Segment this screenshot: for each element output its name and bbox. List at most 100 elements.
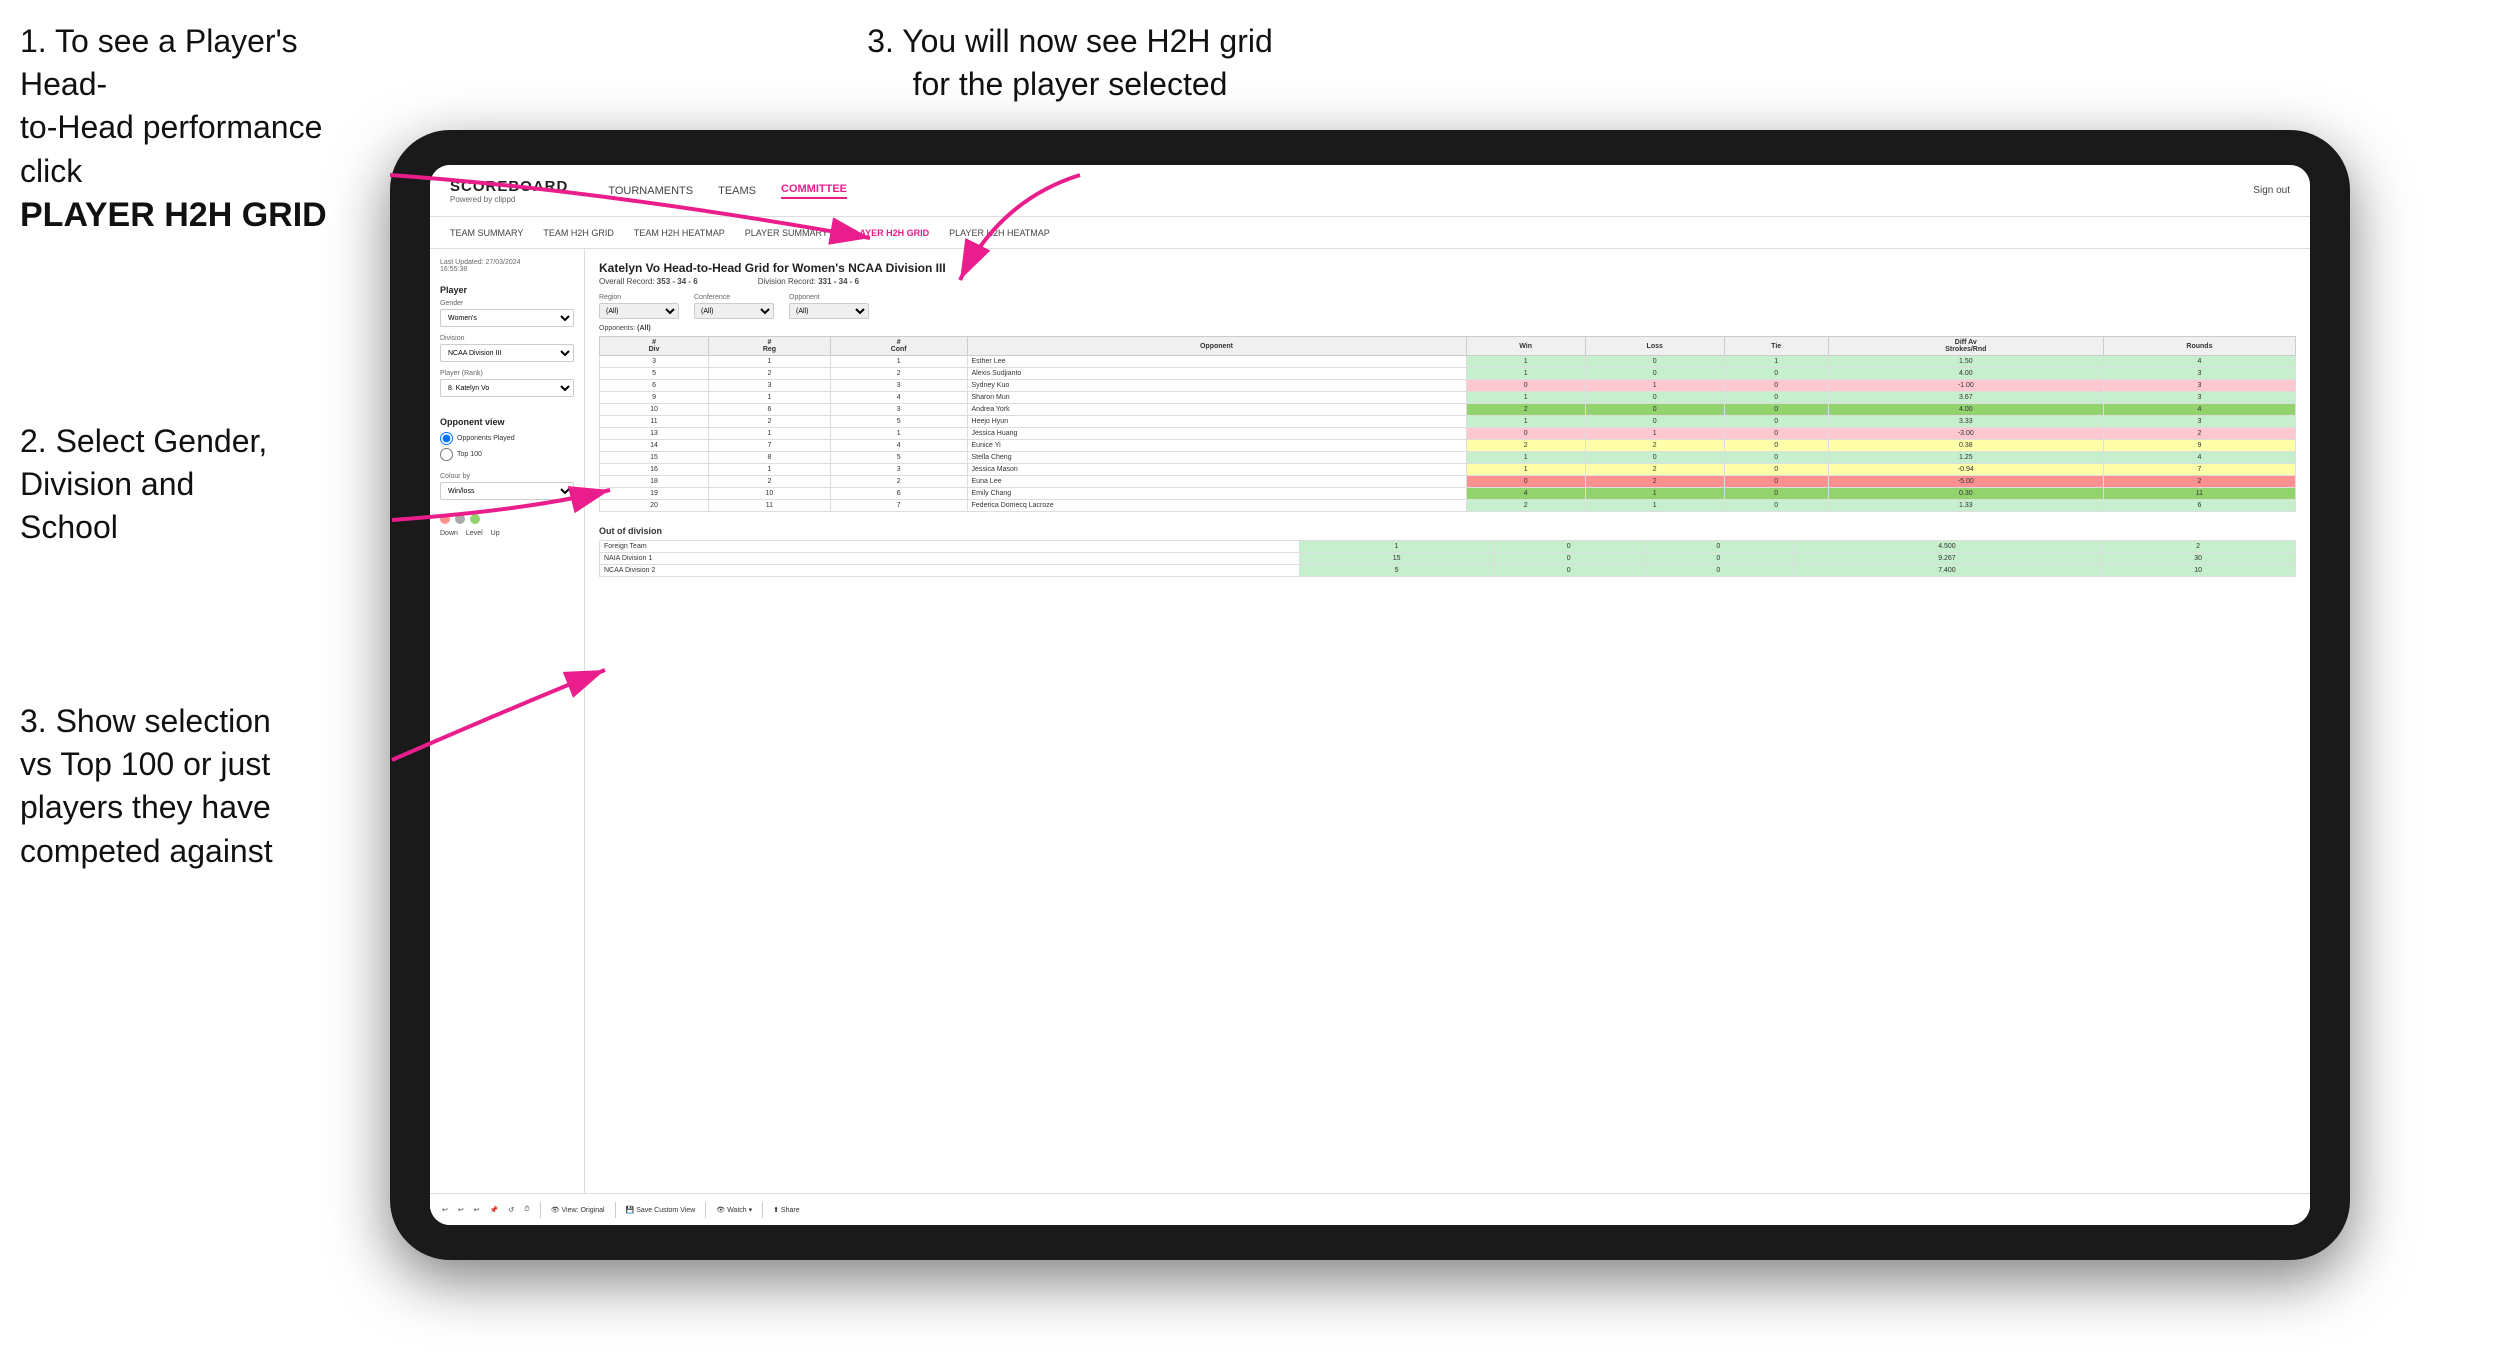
subnav-team-h2h-grid[interactable]: TEAM H2H GRID bbox=[543, 228, 614, 238]
filter-opponent-group: Opponent (All) bbox=[789, 294, 869, 319]
subnav-team-h2h-heatmap[interactable]: TEAM H2H HEATMAP bbox=[634, 228, 725, 238]
nav-links: TOURNAMENTS TEAMS COMMITTEE bbox=[608, 183, 2223, 199]
table-row: 1063Andrea York2004.004 bbox=[600, 404, 2296, 416]
filter-row: Region (All) Conference (All) Opponent bbox=[599, 294, 2296, 319]
subnav: TEAM SUMMARY TEAM H2H GRID TEAM H2H HEAT… bbox=[430, 217, 2310, 249]
nav-committee[interactable]: COMMITTEE bbox=[781, 183, 847, 199]
th-opponent: Opponent bbox=[967, 337, 1466, 356]
nav-tournaments[interactable]: TOURNAMENTS bbox=[608, 185, 693, 197]
panel-timestamp: Last Updated: 27/03/202416:55:38 bbox=[440, 259, 574, 273]
logo-area: SCOREBOARD Powered by clippd bbox=[450, 178, 568, 204]
dot-level bbox=[455, 514, 465, 524]
conference-filter-select[interactable]: (All) bbox=[694, 303, 774, 319]
opponent-view-section: Opponent view Opponents Played Top 100 bbox=[440, 417, 574, 461]
save-custom-view-btn[interactable]: 💾 Save Custom View bbox=[626, 1206, 696, 1214]
overall-record: Overall Record: 353 - 34 - 6 bbox=[599, 277, 698, 286]
th-diff: Diff AvStrokes/Rnd bbox=[1828, 337, 2103, 356]
toolbar-undo[interactable]: ↩ bbox=[442, 1206, 448, 1214]
toolbar-clock[interactable]: ⏱ bbox=[524, 1206, 529, 1214]
logo-text: SCOREBOARD bbox=[450, 178, 568, 195]
th-tie: Tie bbox=[1724, 337, 1828, 356]
table-row: 1822Euna Lee020-5.002 bbox=[600, 476, 2296, 488]
opponent-view-title: Opponent view bbox=[440, 417, 574, 427]
instruction-bot-left: 3. Show selectionvs Top 100 or justplaye… bbox=[20, 700, 390, 873]
opponent-radio-group: Opponents Played Top 100 bbox=[440, 432, 574, 461]
tablet-screen: SCOREBOARD Powered by clippd TOURNAMENTS… bbox=[430, 165, 2310, 1225]
left-panel: Last Updated: 27/03/202416:55:38 Player … bbox=[430, 249, 585, 1225]
gender-select[interactable]: Women's Men's bbox=[440, 309, 574, 327]
table-row: 1474Eunice Yi2200.389 bbox=[600, 440, 2296, 452]
th-loss: Loss bbox=[1585, 337, 1724, 356]
table-row: 1585Stella Cheng1001.254 bbox=[600, 452, 2296, 464]
main-table: #Div #Reg #Conf Opponent Win Loss Tie Di… bbox=[599, 336, 2296, 512]
out-of-division-row: NAIA Division 115009.26730 bbox=[600, 553, 2296, 565]
toolbar-redo[interactable]: ↩ bbox=[458, 1206, 464, 1214]
table-row: 1125Heejo Hyun1003.333 bbox=[600, 416, 2296, 428]
subnav-player-summary[interactable]: PLAYER SUMMARY bbox=[745, 228, 828, 238]
table-row: 1613Jessica Mason120-0.947 bbox=[600, 464, 2296, 476]
toolbar-redo2[interactable]: ↺ bbox=[508, 1206, 514, 1214]
toolbar-divider-4 bbox=[762, 1202, 763, 1218]
radio-top100[interactable]: Top 100 bbox=[440, 448, 574, 461]
tablet-frame: SCOREBOARD Powered by clippd TOURNAMENTS… bbox=[390, 130, 2350, 1260]
toolbar-divider-3 bbox=[705, 1202, 706, 1218]
table-row: 1311Jessica Huang010-3.002 bbox=[600, 428, 2296, 440]
subnav-team-summary[interactable]: TEAM SUMMARY bbox=[450, 228, 523, 238]
opponent-filter-select[interactable]: (All) bbox=[789, 303, 869, 319]
gender-label: Gender bbox=[440, 300, 574, 307]
view-original-btn[interactable]: 👁 View: Original bbox=[551, 1206, 605, 1214]
toolbar-undo2[interactable]: ↩ bbox=[474, 1206, 480, 1214]
bottom-toolbar: ↩ ↩ ↩ 📌 ↺ ⏱ 👁 View: Original 💾 Save Cust… bbox=[430, 1193, 2310, 1225]
out-of-division-table: Foreign Team1004.5002NAIA Division 11500… bbox=[599, 540, 2296, 577]
opponents-label: Opponents: (All) bbox=[599, 325, 2296, 332]
record-row: Overall Record: 353 - 34 - 6 Division Re… bbox=[599, 277, 2296, 286]
table-row: 19106Emily Chang4100.3011 bbox=[600, 488, 2296, 500]
radio-opponents-played[interactable]: Opponents Played bbox=[440, 432, 574, 445]
region-filter-select[interactable]: (All) bbox=[599, 303, 679, 319]
player-section-title: Player bbox=[440, 285, 574, 295]
division-select[interactable]: NCAA Division III NCAA Division I NCAA D… bbox=[440, 344, 574, 362]
th-div: #Div bbox=[600, 337, 709, 356]
colour-section: Colour by Win/loss Down Level Up bbox=[440, 473, 574, 537]
out-of-division-title: Out of division bbox=[599, 526, 2296, 536]
filter-conference-group: Conference (All) bbox=[694, 294, 774, 319]
table-row: 633Sydney Kuo010-1.003 bbox=[600, 380, 2296, 392]
share-btn[interactable]: ⬆ Share bbox=[773, 1206, 800, 1214]
th-reg: #Reg bbox=[709, 337, 831, 356]
division-label: Division bbox=[440, 335, 574, 342]
opponent-filter-label: Opponent bbox=[789, 294, 869, 301]
table-row: 311Esther Lee1011.504 bbox=[600, 356, 2296, 368]
data-panel: Katelyn Vo Head-to-Head Grid for Women's… bbox=[585, 249, 2310, 1225]
dot-down bbox=[440, 514, 450, 524]
table-row: 914Sharon Mun1003.673 bbox=[600, 392, 2296, 404]
nav-right: Sign out bbox=[2253, 185, 2290, 196]
logo-sub: Powered by clippd bbox=[450, 195, 568, 204]
out-of-division-row: NCAA Division 25007.40010 bbox=[600, 565, 2296, 577]
toolbar-divider-2 bbox=[615, 1202, 616, 1218]
th-conf: #Conf bbox=[830, 337, 967, 356]
player-rank-label: Player (Rank) bbox=[440, 370, 574, 377]
out-of-division-row: Foreign Team1004.5002 bbox=[600, 541, 2296, 553]
subnav-player-h2h-heatmap[interactable]: PLAYER H2H HEATMAP bbox=[949, 228, 1050, 238]
instruction-top-left: 1. To see a Player's Head- to-Head perfo… bbox=[20, 20, 390, 239]
conference-filter-label: Conference bbox=[694, 294, 774, 301]
navbar: SCOREBOARD Powered by clippd TOURNAMENTS… bbox=[430, 165, 2310, 217]
sign-out-link[interactable]: Sign out bbox=[2253, 185, 2290, 196]
data-title: Katelyn Vo Head-to-Head Grid for Women's… bbox=[599, 261, 2296, 275]
region-filter-label: Region bbox=[599, 294, 679, 301]
th-win: Win bbox=[1466, 337, 1585, 356]
watch-btn[interactable]: 👁 Watch ▾ bbox=[716, 1206, 752, 1214]
colour-by-select[interactable]: Win/loss bbox=[440, 482, 574, 500]
toolbar-divider-1 bbox=[540, 1202, 541, 1218]
subnav-player-h2h-grid[interactable]: PLAYER H2H GRID bbox=[848, 228, 929, 238]
toolbar-pin[interactable]: 📌 bbox=[490, 1206, 499, 1214]
colour-by-label: Colour by bbox=[440, 473, 574, 480]
filter-region-group: Region (All) bbox=[599, 294, 679, 319]
colour-labels: Down Level Up bbox=[440, 530, 574, 537]
dot-up bbox=[470, 514, 480, 524]
instruction-mid-left: 2. Select Gender,Division andSchool bbox=[20, 420, 390, 550]
division-record: Division Record: 331 - 34 - 6 bbox=[758, 277, 859, 286]
player-rank-select[interactable]: 8. Katelyn Vo bbox=[440, 379, 574, 397]
nav-teams[interactable]: TEAMS bbox=[718, 185, 756, 197]
instruction-top-right: 3. You will now see H2H gridfor the play… bbox=[820, 20, 1320, 106]
